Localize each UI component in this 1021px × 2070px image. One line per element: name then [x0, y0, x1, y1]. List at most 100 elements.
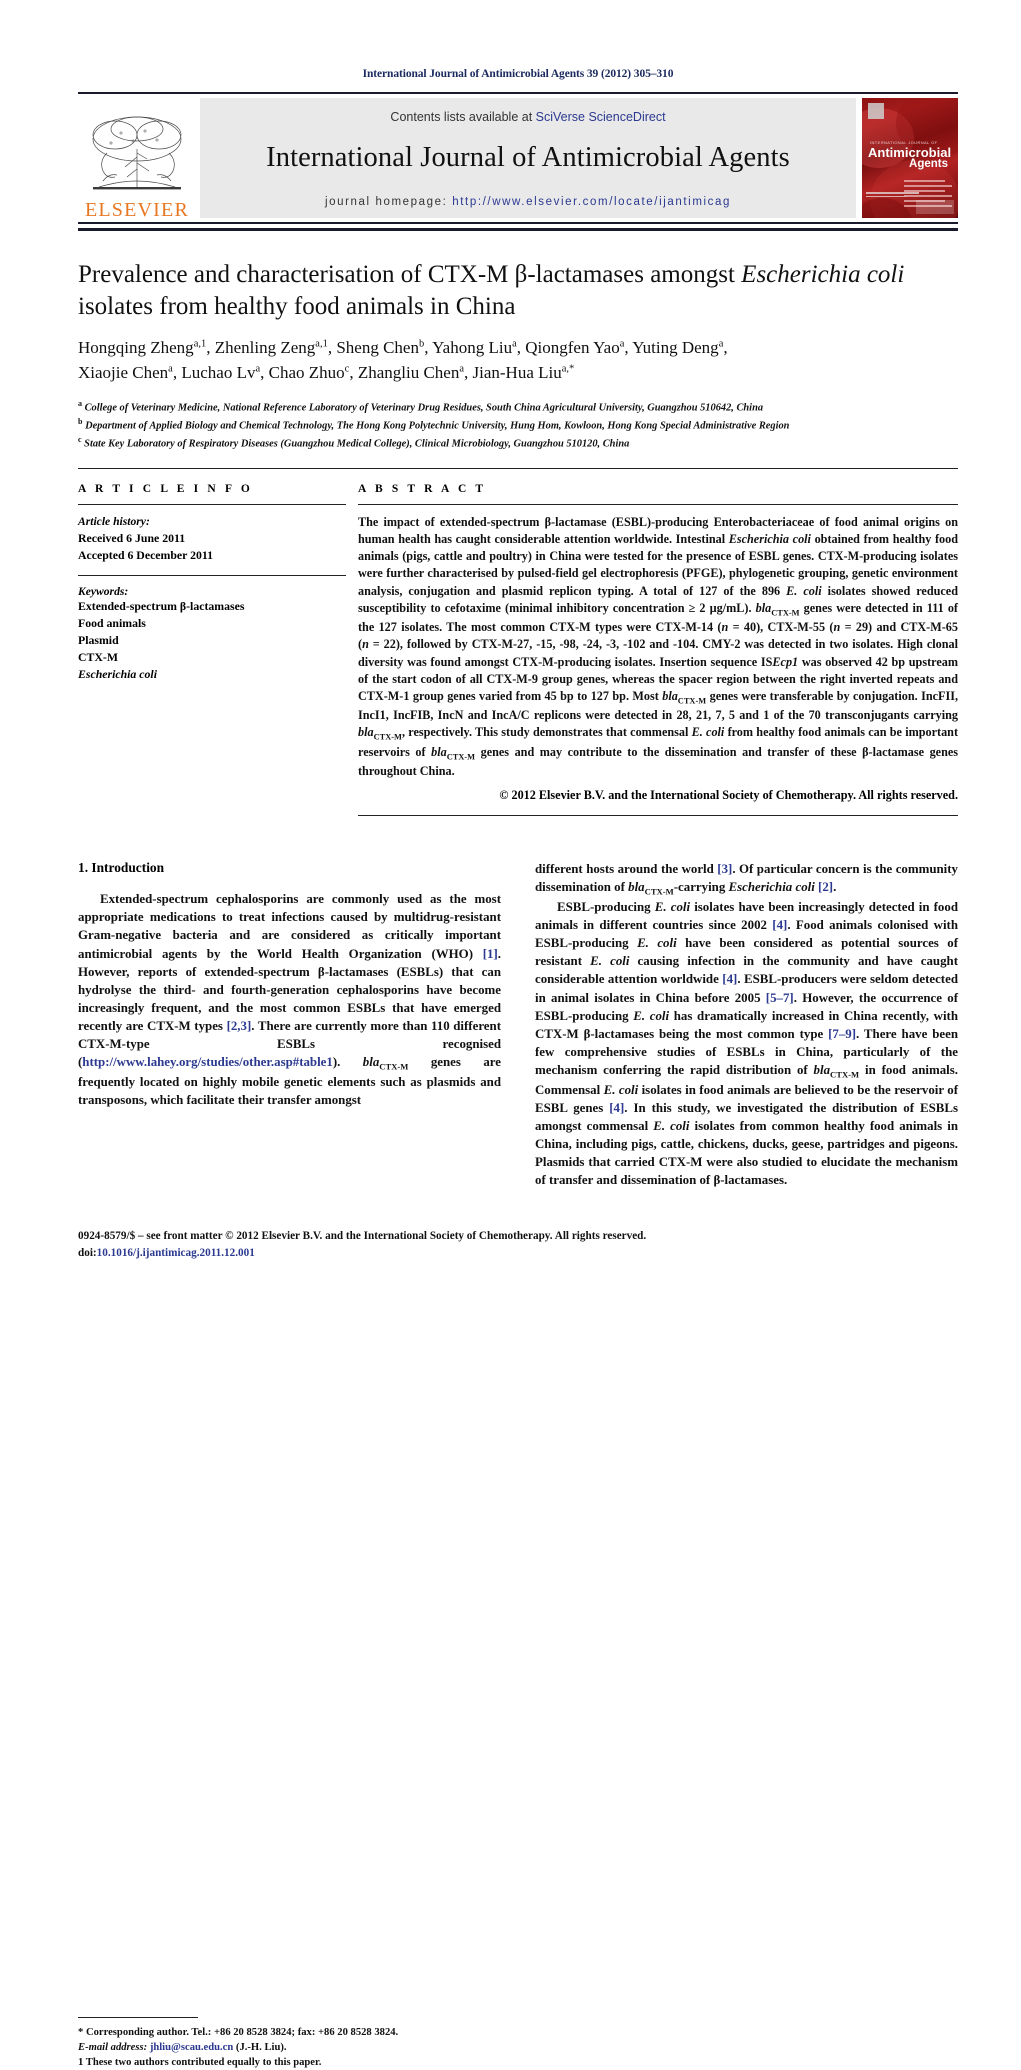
author-name: Hongqing Zheng — [78, 338, 194, 357]
author-affil-mark: a — [619, 338, 625, 350]
author-affil-mark: a — [255, 362, 261, 374]
page-content: International Journal of Antimicrobial A… — [78, 0, 959, 2068]
elsevier-tree-icon — [92, 116, 182, 190]
keywords-label: Keywords: — [78, 585, 129, 599]
author-item: Jian-Hua Liua,* — [473, 363, 575, 382]
footer-metadata: 0924-8579/$ – see front matter © 2012 El… — [78, 1228, 958, 1262]
author-name: Qiongfen Yao — [525, 338, 620, 357]
article-accepted: Accepted 6 December 2011 — [78, 548, 214, 563]
author-affil-mark: a,1 — [193, 338, 207, 350]
footnote-equal-contribution: 1 These two authors contributed equally … — [78, 2057, 322, 2069]
article-info-rule — [78, 503, 346, 505]
journal-cover-thumbnail: INTERNATIONAL JOURNAL OF Antimicrobial A… — [862, 98, 958, 218]
affiliation-item: c State Key Laboratory of Respiratory Di… — [78, 434, 958, 452]
author-name: Chao Zhuo — [268, 362, 345, 382]
cover-elsevier-mark — [868, 103, 884, 119]
author-item: Yuting Denga — [632, 338, 723, 357]
author-name: Sheng Chen — [336, 338, 419, 357]
journal-masthead: ELSEVIER Contents lists available at Sci… — [78, 92, 958, 224]
affiliation-mark: a — [78, 399, 82, 409]
author-name: Jian-Hua Liu — [472, 362, 562, 382]
elsevier-wordmark: ELSEVIER — [84, 199, 190, 221]
author-affil-mark: b — [418, 338, 425, 350]
author-name: Yahong Liu — [432, 338, 513, 357]
page-title: Prevalence and characterisation of CTX-M… — [78, 259, 958, 322]
keyword-item: Food animals — [78, 616, 146, 631]
article-history-label: Article history: — [78, 514, 150, 528]
author-item: Sheng Chenb — [336, 338, 424, 357]
cover-title: Antimicrobial Agents — [868, 146, 954, 171]
homepage-label: journal homepage: — [324, 196, 453, 208]
elsevier-logo: ELSEVIER — [78, 94, 196, 222]
article-received: Received 6 June 2011 — [78, 531, 186, 546]
doi-link[interactable]: 10.1016/j.ijantimicag.2011.12.001 — [97, 1247, 255, 1259]
keywords-list: Extended-spectrum β-lactamases Food anim… — [78, 598, 346, 682]
body-columns: 1. Introduction Extended-spectrum cephal… — [78, 860, 958, 2068]
lahey-table-link[interactable]: http://www.lahey.org/studies/other.asp#t… — [82, 1055, 333, 1069]
abstract-copyright: © 2012 Elsevier B.V. and the Internation… — [499, 788, 958, 803]
doi-line: doi:10.1016/j.ijantimicag.2011.12.001 — [78, 1245, 958, 1262]
contents-lists-line: Contents lists available at SciVerse Sci… — [200, 98, 856, 124]
article-history: Article history: Received 6 June 2011 Ac… — [78, 514, 346, 564]
running-head: International Journal of Antimicrobial A… — [362, 68, 674, 80]
author-affil-mark: a,* — [561, 362, 575, 374]
intro-paragraph-1-cont: different hosts around the world [3]. Of… — [535, 862, 958, 897]
email-label: E-mail address: — [78, 2042, 148, 2054]
journal-homepage-link[interactable]: http://www.elsevier.com/locate/ijantimic… — [452, 196, 731, 208]
email-suffix: (J.-H. Liu). — [233, 2042, 287, 2054]
body-column-left: 1. Introduction Extended-spectrum cephal… — [78, 860, 501, 2068]
affiliation-mark: b — [78, 417, 83, 427]
issn-copyright-line: 0924-8579/$ – see front matter © 2012 El… — [78, 1230, 647, 1242]
author-email-link[interactable]: jhliu@scau.edu.cn — [150, 2042, 233, 2053]
paper-page: International Journal of Antimicrobial A… — [0, 0, 1021, 2068]
keyword-item: Plasmid — [78, 632, 119, 647]
author-item: Zhangliu Chena — [358, 363, 464, 382]
author-item: Luchao Lva — [181, 363, 260, 382]
author-item: Zhenling Zenga,1 — [215, 338, 328, 357]
author-name: Zhenling Zeng — [214, 338, 316, 357]
article-info-column: A R T I C L E I N F O Article history: R… — [78, 483, 346, 816]
keyword-item: Extended-spectrum β-lactamases — [78, 599, 245, 614]
footnote-rule — [78, 2017, 198, 2019]
author-name: Luchao Lv — [181, 362, 256, 382]
title-part-1: Prevalence and characterisation of CTX-M… — [78, 261, 742, 288]
masthead-bottom-rule — [78, 228, 958, 231]
author-affil-mark: a — [512, 338, 517, 350]
author-item: Qiongfen Yaoa — [525, 338, 624, 357]
journal-title: International Journal of Antimicrobial A… — [266, 142, 790, 173]
info-abstract-region: A R T I C L E I N F O Article history: R… — [78, 467, 959, 817]
doi-label: doi: — [78, 1246, 97, 1259]
title-species-italic: Escherichia coli — [741, 261, 905, 288]
intro-paragraph-1: Extended-spectrum cephalosporins are com… — [78, 892, 501, 1108]
sciencedirect-link[interactable]: SciVerse ScienceDirect — [536, 110, 666, 124]
author-item: Yahong Liua — [432, 338, 517, 357]
journal-homepage-line: journal homepage: http://www.elsevier.co… — [200, 196, 856, 208]
affiliation-text: Department of Applied Biology and Chemic… — [85, 420, 790, 432]
article-info-heading: A R T I C L E I N F O — [78, 482, 253, 495]
abstract-bottom-rule — [358, 815, 958, 817]
contents-prefix: Contents lists available at — [390, 110, 536, 124]
abstract-column: A B S T R A C T The impact of extended-s… — [346, 483, 959, 817]
affiliation-item: a College of Veterinary Medicine, Nation… — [78, 398, 958, 416]
section-title-introduction: 1. Introduction — [78, 860, 165, 876]
author-name: Yuting Deng — [632, 338, 719, 357]
intro-paragraph-2: ESBL-producing E. coli isolates have bee… — [535, 899, 959, 1188]
author-list: Hongqing Zhenga,1, Zhenling Zenga,1, She… — [78, 338, 728, 382]
author-affil-mark: a — [168, 362, 173, 374]
affiliation-mark: c — [78, 435, 82, 444]
body-column-right: different hosts around the world [3]. Of… — [535, 860, 958, 1189]
footnote-corresponding-author: * Corresponding author. Tel.: +86 20 852… — [78, 2027, 399, 2039]
affiliation-list: a College of Veterinary Medicine, Nation… — [78, 398, 958, 452]
author-affil-mark: a — [459, 362, 465, 374]
author-item: Hongqing Zhenga,1 — [78, 338, 206, 357]
author-affil-mark: a — [718, 338, 724, 350]
cover-title-line2: Agents — [909, 158, 948, 171]
author-item: Chao Zhuoc — [269, 363, 350, 382]
author-affil-mark: c — [344, 362, 350, 374]
abstract-rule — [358, 503, 958, 505]
abstract-text: The impact of extended-spectrum β-lactam… — [358, 514, 959, 779]
author-name: Xiaojie Chen — [78, 362, 169, 382]
cover-publisher-badge — [916, 200, 954, 214]
keywords-block: Keywords: Extended-spectrum β-lactamases… — [78, 575, 346, 682]
title-block: Prevalence and characterisation of CTX-M… — [78, 259, 958, 452]
